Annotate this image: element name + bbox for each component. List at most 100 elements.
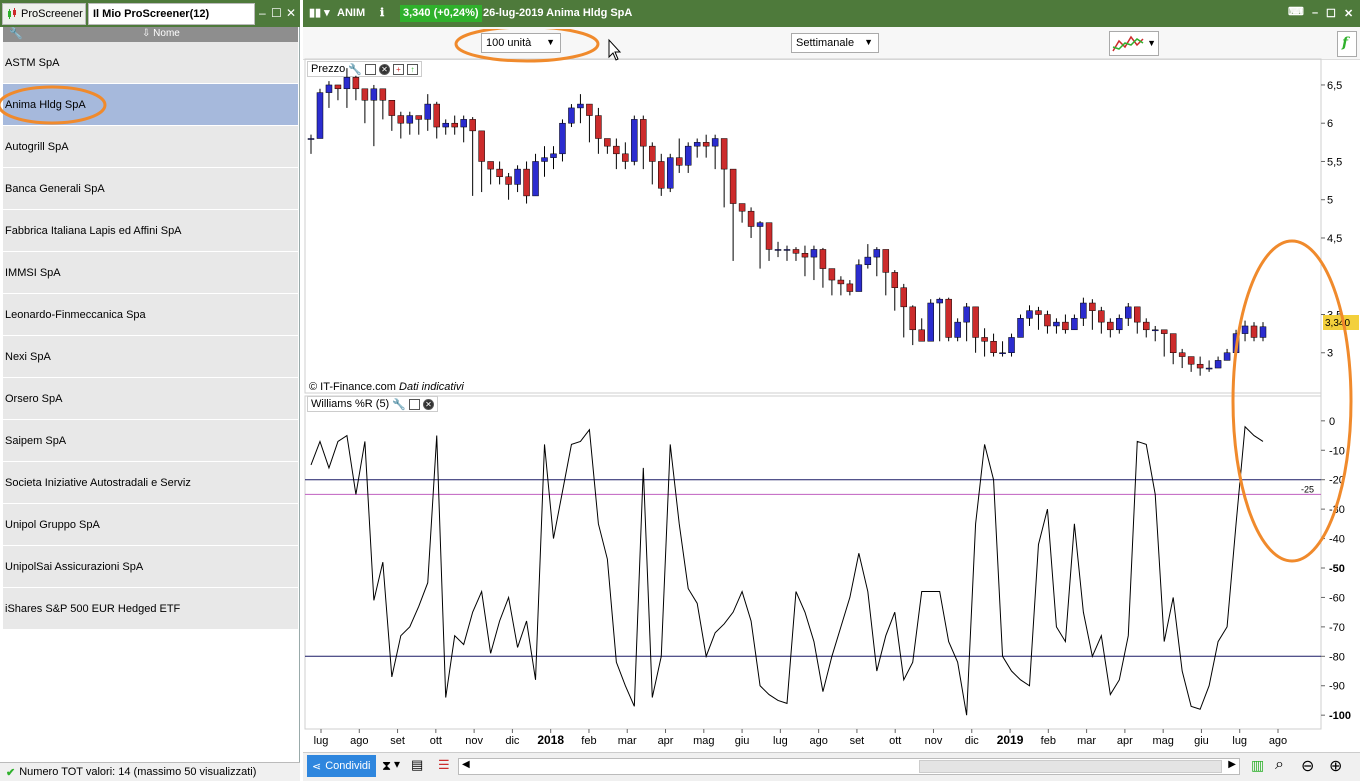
list-item[interactable]: iShares S&P 500 EUR Hedged ETF: [3, 588, 298, 630]
candle-body: [1044, 314, 1051, 327]
chart-window: ▮▮ ▾ ANIM ℹ 3,340 (+0,24%) 26-lug-2019 A…: [0, 0, 1360, 781]
candle-body: [613, 145, 620, 155]
candle-body: [658, 161, 665, 189]
list-item[interactable]: ASTM SpA: [3, 42, 298, 84]
document-icon[interactable]: ▤: [411, 757, 423, 773]
minimize-icon[interactable]: –: [1312, 7, 1318, 19]
candle-body: [954, 321, 961, 338]
candle-body: [720, 138, 728, 170]
candle-body: [1259, 326, 1267, 338]
candle-body: [424, 103, 432, 120]
candle-body: [478, 130, 485, 162]
candle-body: [792, 249, 800, 254]
price-tick-label: 3: [1327, 348, 1333, 360]
candle-body: [765, 222, 773, 250]
candle-body: [496, 168, 503, 178]
list-item[interactable]: IMMSI SpA: [3, 252, 298, 294]
candle-body: [729, 168, 737, 204]
williams-panel-frame: [304, 395, 1322, 730]
tab-proscreener-label: ProScreener: [21, 8, 83, 20]
williams-tick-label: -70: [1329, 622, 1345, 634]
list-item[interactable]: Saipem SpA: [3, 420, 298, 462]
list-icon[interactable]: ▾: [394, 757, 400, 771]
cursor-icon: [608, 38, 622, 61]
list-item[interactable]: Fabbrica Italiana Lapis ed Affini SpA: [3, 210, 298, 252]
zoom-fit-icon[interactable]: ⌕: [1275, 756, 1284, 774]
watermark: © IT-Finance.com Dati indicativi: [309, 381, 464, 393]
list-item[interactable]: Leonardo-Finmeccanica Spa: [3, 294, 298, 336]
proscreener-panel: ProScreener Il Mio ProScreener(12) – ☐ ✕…: [0, 0, 300, 781]
list-item[interactable]: Autogrill SpA: [3, 126, 298, 168]
list-item[interactable]: Nexi SpA: [3, 336, 298, 378]
wrench-icon[interactable]: 🔧: [9, 27, 23, 40]
list-item[interactable]: Banca Generali SpA: [3, 168, 298, 210]
minimize-icon[interactable]: –: [259, 6, 266, 20]
candle-body: [1241, 325, 1249, 334]
keyboard-icon[interactable]: ⌨: [1288, 5, 1304, 18]
time-axis: lug ago set ott nov dic 2018 feb mar apr mag giu lug…: [314, 729, 1287, 747]
candle-body: [532, 161, 539, 197]
ticker-label: ANIM: [337, 7, 366, 19]
close-icon[interactable]: ✕: [286, 6, 296, 20]
candle-body: [334, 84, 342, 90]
zoom-out-icon[interactable]: ⊖: [1301, 756, 1314, 776]
chart-area[interactable]: 6,565,554,53,53 -25 0-10-20-30-40-50-60-…: [303, 29, 1360, 751]
candle-body: [1116, 318, 1123, 331]
list-item[interactable]: Societa Iniziative Autostradali e Serviz: [3, 462, 298, 504]
list-item[interactable]: Anima Hldg SpA: [3, 84, 298, 126]
time-tick-label: lug: [1232, 735, 1247, 747]
chevron-right-icon[interactable]: ▶: [1228, 759, 1236, 770]
candle-body: [1178, 352, 1186, 357]
candle-body: [316, 92, 324, 139]
chart-type-icon[interactable]: ▥: [1251, 757, 1264, 774]
candle-body: [1098, 310, 1105, 323]
zoom-in-icon[interactable]: ⊕: [1329, 756, 1342, 776]
maximize-icon[interactable]: ☐: [1326, 7, 1336, 20]
share-button[interactable]: ⋖ Condividi: [307, 755, 376, 777]
list-item-label: Autogrill SpA: [5, 140, 69, 153]
price-tick-label: 5: [1327, 195, 1333, 207]
candle-body: [595, 115, 602, 139]
candle-body: [1107, 321, 1114, 331]
tab-proscreener[interactable]: ProScreener: [2, 3, 86, 25]
candle-body: [693, 142, 701, 147]
info-icon[interactable]: ℹ: [380, 6, 384, 19]
price-tick-label: 6,5: [1327, 80, 1342, 92]
list-item-label: Unipol Gruppo SpA: [5, 518, 100, 531]
time-tick-label: ott: [430, 735, 442, 747]
candle-body: [999, 352, 1006, 354]
horizontal-scrollbar[interactable]: ◀ ▶: [458, 758, 1240, 775]
candle-body: [352, 77, 360, 90]
candle-body: [568, 107, 575, 124]
time-tick-label: giu: [735, 735, 750, 747]
time-tick-label: ago: [1269, 735, 1287, 747]
time-tick-label: 2019: [997, 733, 1024, 747]
williams-panel: -25: [304, 395, 1322, 730]
candle-body: [990, 341, 997, 353]
chevron-left-icon[interactable]: ◀: [462, 759, 470, 770]
list-item-label: Leonardo-Finmeccanica Spa: [5, 308, 146, 321]
list-item[interactable]: UnipolSai Assicurazioni SpA: [3, 546, 298, 588]
check-icon: ✔: [6, 766, 16, 779]
candle-body: [1026, 310, 1033, 319]
price-tick-label: 5,5: [1327, 156, 1342, 168]
maximize-icon[interactable]: ☐: [271, 6, 282, 20]
list-item-label: Saipem SpA: [5, 434, 67, 447]
tab-my-proscreener[interactable]: Il Mio ProScreener(12): [88, 3, 255, 25]
time-tick-label: ago: [809, 735, 827, 747]
candle-body: [442, 122, 449, 128]
candle-body: [1125, 306, 1132, 319]
column-header-name[interactable]: ⇩ Nome: [142, 28, 180, 39]
time-tick-label: feb: [581, 735, 596, 747]
candle-body: [406, 115, 414, 124]
indicator-toggle-icon[interactable]: ⧗: [382, 758, 391, 774]
close-icon[interactable]: ✕: [1344, 7, 1353, 20]
candle-body: [550, 153, 557, 158]
scrollbar-thumb[interactable]: [919, 760, 1222, 773]
list-item[interactable]: Unipol Gruppo SpA: [3, 504, 298, 546]
candle-body: [1134, 306, 1141, 323]
time-tick-label: ago: [350, 735, 368, 747]
candle-body: [1017, 318, 1024, 338]
bars-icon[interactable]: ☰: [438, 757, 450, 773]
list-item[interactable]: Orsero SpA: [3, 378, 298, 420]
